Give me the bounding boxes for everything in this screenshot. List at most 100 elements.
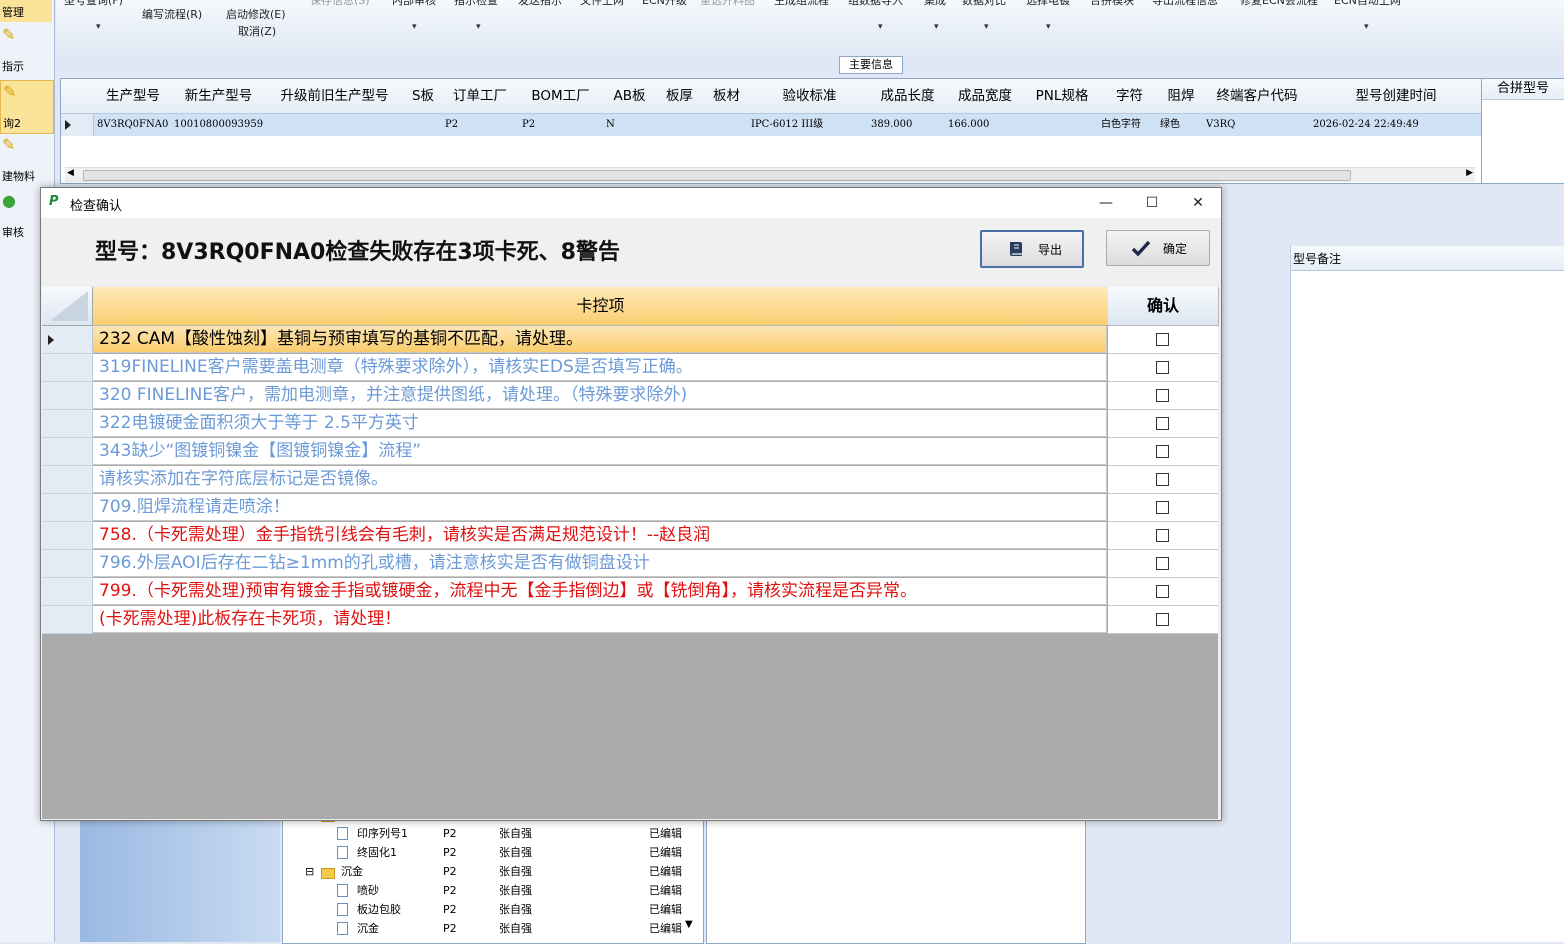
confirm-button[interactable]: 确定 — [1106, 230, 1210, 266]
column-header[interactable]: 成品宽度 — [946, 79, 1025, 114]
cell-order-factory[interactable]: P2 — [445, 114, 458, 136]
toolbar-merge-module[interactable]: 合拼模块 — [1090, 0, 1134, 8]
row-header[interactable] — [42, 494, 93, 522]
row-header[interactable] — [42, 354, 93, 382]
column-header[interactable]: 终端客户代码 — [1203, 79, 1312, 114]
tree-row[interactable]: 板边包胶 P2 张自强 已编辑 — [283, 900, 703, 919]
confirm-cell[interactable] — [1108, 550, 1218, 578]
column-header[interactable]: 板材 — [703, 79, 751, 114]
toolbar-group-data-import[interactable]: 组数据导入 — [848, 0, 903, 8]
minimize-icon[interactable]: — — [1083, 188, 1129, 218]
confirm-checkbox[interactable] — [1156, 557, 1169, 570]
toolbar-check-instruction[interactable]: 指示检查 — [454, 0, 498, 8]
row-header[interactable] — [42, 326, 93, 354]
dropdown-arrow-icon[interactable]: ▾ — [934, 22, 939, 32]
check-item-text[interactable]: 319FINELINE客户需要盖电测章（特殊要求除外），请核实EDS是否填写正确… — [93, 354, 1107, 381]
column-header[interactable]: 成品长度 — [869, 79, 947, 114]
check-item-row[interactable]: 232 CAM【酸性蚀刻】基铜与预审填写的基铜不匹配，请处理。 — [42, 326, 1218, 354]
maximize-icon[interactable]: ☐ — [1129, 188, 1175, 218]
check-item-row[interactable]: 320 FINELINE客户，需加电测章，并注意提供图纸，请处理。（特殊要求除外… — [42, 382, 1218, 410]
row-header[interactable] — [42, 606, 93, 634]
check-item-text[interactable]: 请核实添加在字符底层标记是否镜像。 — [93, 466, 1107, 493]
confirm-cell[interactable] — [1108, 438, 1218, 466]
row-header[interactable] — [42, 410, 93, 438]
toolbar-cancel[interactable]: 取消(Z) — [238, 23, 276, 39]
confirm-cell[interactable] — [1108, 410, 1218, 438]
row-header[interactable] — [42, 522, 93, 550]
column-header[interactable]: 生产型号 — [94, 79, 173, 114]
column-header[interactable]: 验收标准 — [750, 79, 870, 114]
row-header[interactable] — [42, 438, 93, 466]
confirm-cell[interactable] — [1108, 466, 1218, 494]
dropdown-arrow-icon[interactable]: ▾ — [476, 22, 481, 32]
column-header[interactable]: 型号创建时间 — [1311, 79, 1482, 114]
tree-row[interactable]: ⊟ 沉金 P2 张自强 已编辑 — [283, 862, 703, 881]
toolbar-repair-ecn-flow[interactable]: 修复ECN会流程 — [1240, 0, 1318, 8]
toolbar-ecn-upgrade[interactable]: ECN升级 — [642, 0, 687, 8]
check-item-text[interactable]: 322电镀硬金面积须大于等于 2.5平方英寸 — [93, 410, 1107, 437]
check-item-row[interactable]: 799.（卡死需处理)预审有镀金手指或镀硬金，流程中无【金手指倒边】或【铣倒角】… — [42, 578, 1218, 606]
left-nav-item-create-material[interactable]: ✎ 建物料 — [0, 134, 52, 186]
export-button[interactable]: 导出 — [980, 230, 1084, 268]
check-item-row[interactable]: 796.外层AOI后存在二钻≥1mm的孔或槽，请注意核实是否有做铜盘设计 — [42, 550, 1218, 578]
check-item-row[interactable]: (卡死需处理)此板存在卡死项，请处理！ — [42, 606, 1218, 634]
row-header[interactable] — [42, 550, 93, 578]
tree-row[interactable]: 印序列号1 P2 张自强 已编辑 — [283, 824, 703, 843]
toolbar-select-plating[interactable]: 选择电镀 — [1026, 0, 1070, 8]
toolbar-start-modify[interactable]: 启动修改(E) — [226, 6, 286, 22]
left-nav-item-query2[interactable]: ✎ 询2 — [0, 80, 54, 134]
check-item-row[interactable]: 709.阻焊流程请走喷涂！ — [42, 494, 1218, 522]
column-header[interactable]: 阻焊 — [1159, 79, 1204, 114]
cell-customer-code[interactable]: V3RQ — [1206, 114, 1235, 136]
check-item-text[interactable]: 758.（卡死需处理）金手指铣引线会有毛刺，请核实是否满足规范设计！--赵良润 — [93, 522, 1107, 549]
toolbar-write-flow[interactable]: 编写流程(R) — [142, 6, 202, 22]
column-header[interactable]: S板 — [404, 79, 443, 114]
confirm-checkbox[interactable] — [1156, 529, 1169, 542]
toolbar-query-model[interactable]: 型号查询(F) — [64, 0, 123, 8]
column-header[interactable]: 板厚 — [656, 79, 704, 114]
scroll-right-icon[interactable]: ▶ — [1466, 168, 1473, 178]
toolbar-ecn-auto-online[interactable]: ECN自动上网 — [1334, 0, 1401, 8]
cell-ab-board[interactable]: N — [606, 114, 615, 136]
confirm-cell[interactable] — [1108, 494, 1218, 522]
check-item-text[interactable]: 796.外层AOI后存在二钻≥1mm的孔或槽，请注意核实是否有做铜盘设计 — [93, 550, 1107, 577]
check-item-text[interactable]: 799.（卡死需处理)预审有镀金手指或镀硬金，流程中无【金手指倒边】或【铣倒角】… — [93, 578, 1107, 605]
check-item-row[interactable]: 343缺少“图镀铜镍金【图镀铜镍金】流程” — [42, 438, 1218, 466]
confirm-cell[interactable] — [1108, 326, 1218, 354]
tree-row[interactable]: 终固化1 P2 张自强 已编辑 — [283, 843, 703, 862]
toolbar-export-flow-info[interactable]: 导出流程信息 — [1152, 0, 1218, 8]
cell-solder-mask[interactable]: 绿色 — [1160, 114, 1180, 136]
column-header[interactable]: 订单工厂 — [442, 79, 519, 114]
column-header-confirm[interactable]: 确认 — [1108, 287, 1219, 326]
tree-row[interactable]: 喷砂 P2 张自强 已编辑 — [283, 881, 703, 900]
toolbar-internal-review[interactable]: 内部审核 — [392, 0, 436, 8]
row-header[interactable] — [61, 114, 94, 136]
toolbar-save-info[interactable]: 保存信息(S) — [310, 0, 370, 8]
column-header-check-item[interactable]: 卡控项 — [93, 287, 1109, 326]
confirm-checkbox[interactable] — [1156, 445, 1169, 458]
select-all-corner[interactable] — [42, 287, 93, 326]
dialog-titlebar[interactable]: P 检查确认 — ☐ ✕ — [41, 188, 1221, 218]
collapse-icon[interactable]: ⊟ — [305, 862, 314, 881]
left-nav-item-instruction[interactable]: ✎ 指示 — [0, 24, 52, 76]
column-header[interactable]: BOM工厂 — [518, 79, 604, 114]
confirm-cell[interactable] — [1108, 522, 1218, 550]
dropdown-arrow-icon[interactable]: ▾ — [878, 22, 883, 32]
toolbar-file-online[interactable]: 文件上网 — [580, 0, 624, 8]
column-header[interactable]: 新生产型号 — [172, 79, 266, 114]
cell-bom-factory[interactable]: P2 — [522, 114, 535, 136]
confirm-checkbox[interactable] — [1156, 473, 1169, 486]
tree-row[interactable]: 沉金 P2 张自强 已编辑 — [283, 919, 703, 938]
confirm-checkbox[interactable] — [1156, 333, 1169, 346]
cell-model[interactable]: 8V3RQ0FNA0 — [97, 114, 168, 136]
column-header[interactable]: AB板 — [603, 79, 657, 114]
confirm-cell[interactable] — [1108, 578, 1218, 606]
row-header[interactable] — [42, 382, 93, 410]
dropdown-arrow-icon[interactable]: ▾ — [984, 22, 989, 32]
toolbar-data-compare[interactable]: 数据对比 — [962, 0, 1006, 8]
check-item-row[interactable]: 758.（卡死需处理）金手指铣引线会有毛刺，请核实是否满足规范设计！--赵良润 — [42, 522, 1218, 550]
check-item-text[interactable]: 320 FINELINE客户，需加电测章，并注意提供图纸，请处理。（特殊要求除外… — [93, 382, 1107, 409]
dropdown-arrow-icon[interactable]: ▾ — [1364, 22, 1369, 32]
check-item-row[interactable]: 请核实添加在字符底层标记是否镜像。 — [42, 466, 1218, 494]
confirm-checkbox[interactable] — [1156, 501, 1169, 514]
